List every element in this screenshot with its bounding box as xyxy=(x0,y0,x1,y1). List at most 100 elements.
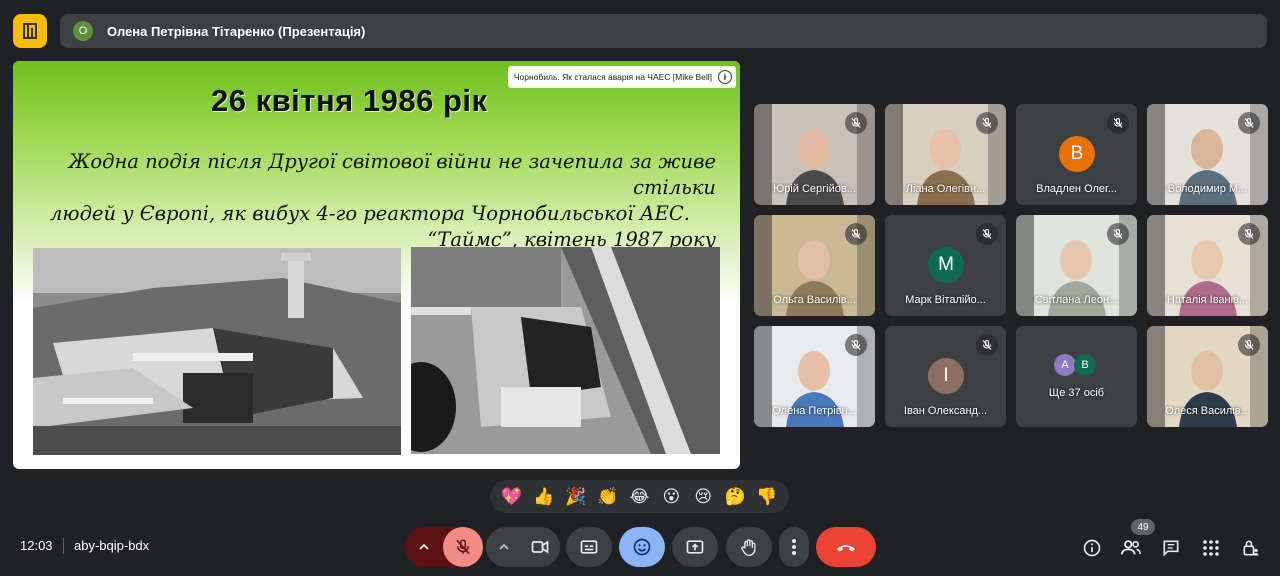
meeting-code: aby-bqip-bdx xyxy=(74,538,150,553)
presentation-icon-button[interactable] xyxy=(13,14,47,48)
footer-divider xyxy=(63,538,64,554)
muted-indicator xyxy=(1107,223,1129,245)
mic-off-icon xyxy=(1113,228,1123,239)
more-vert-icon xyxy=(792,539,796,555)
host-controls-button[interactable] xyxy=(1239,536,1263,560)
meeting-details-button[interactable] xyxy=(1080,536,1104,560)
mic-control-group xyxy=(405,527,483,567)
present-screen-button[interactable] xyxy=(672,527,718,567)
muted-indicator xyxy=(976,334,998,356)
avatar-stack: АВ xyxy=(1054,354,1100,378)
smile-icon xyxy=(633,538,651,556)
participant-name: Марк Віталійо... xyxy=(905,294,986,306)
participant-tile[interactable]: М Марк Віталійо... xyxy=(885,215,1006,316)
muted-indicator xyxy=(1238,112,1260,134)
participant-name: Володимир М... xyxy=(1167,183,1248,195)
call-end-icon xyxy=(837,545,855,552)
participant-tile[interactable]: Олеся Василів... xyxy=(1147,326,1268,427)
participant-avatar: В xyxy=(1074,354,1096,376)
participant-tile[interactable]: Наталія Іванів... xyxy=(1147,215,1268,316)
participant-tile[interactable]: Юрій Сергійов... xyxy=(754,104,875,205)
participant-tile[interactable]: Олена Петрівн... xyxy=(754,326,875,427)
present-to-all-icon xyxy=(686,540,704,554)
reaction-surprised[interactable]: 😮 xyxy=(657,483,685,511)
participant-name: Олеся Василів... xyxy=(1165,405,1250,417)
participant-tile[interactable]: І Іван Олександ... xyxy=(885,326,1006,427)
people-count-badge: 49 xyxy=(1131,519,1155,535)
participant-tile[interactable]: А В Ще 37 осіб xyxy=(1016,326,1137,427)
muted-indicator xyxy=(1238,223,1260,245)
mic-off-icon xyxy=(851,228,861,239)
reaction-laugh[interactable]: 😂 xyxy=(625,483,653,511)
mic-off-icon xyxy=(851,117,861,128)
muted-indicator xyxy=(1238,334,1260,356)
participant-tile[interactable]: В Владлен Олег... xyxy=(1016,104,1137,205)
mic-off-icon xyxy=(1244,117,1254,128)
participant-tile[interactable]: Ольга Василів... xyxy=(754,215,875,316)
more-options-button[interactable] xyxy=(779,527,809,567)
hand-icon xyxy=(741,539,756,557)
reaction-clap[interactable]: 👏 xyxy=(594,483,622,511)
muted-indicator xyxy=(976,223,998,245)
captions-button[interactable] xyxy=(566,527,612,567)
reaction-thinking[interactable]: 🤔 xyxy=(721,483,749,511)
participant-tile[interactable]: Володимир М... xyxy=(1147,104,1268,205)
mic-off-icon xyxy=(1244,339,1254,350)
muted-indicator xyxy=(1107,112,1129,134)
raise-hand-button[interactable] xyxy=(726,527,772,567)
participant-name: Олена Петрівн... xyxy=(772,405,857,417)
people-button[interactable] xyxy=(1119,536,1143,560)
participant-tile[interactable]: Ліана Олегівн... xyxy=(885,104,1006,205)
reactions-bar: 💖 👍 🎉 👏 😂 😮 😢 🤔 👎 xyxy=(490,480,789,513)
participant-avatar: В xyxy=(1059,136,1095,172)
quote-line-1: Жодна подія після Другої світової війни … xyxy=(68,150,716,199)
quote-line-2: людей у Європі, як вибух 4-го реактора Ч… xyxy=(50,202,690,225)
presenter-avatar: О xyxy=(73,21,93,41)
clock-time: 12:03 xyxy=(20,538,53,553)
reaction-thumbs-up[interactable]: 👍 xyxy=(530,483,558,511)
reaction-heart[interactable]: 💖 xyxy=(498,483,526,511)
participant-avatar: М xyxy=(928,247,964,283)
participant-name: Ліана Олегівн... xyxy=(905,183,986,195)
reactor-photo-right xyxy=(411,247,720,454)
video-title: Чорнобиль. Як сталася аварія на ЧАЕС [Mi… xyxy=(513,72,712,82)
participant-name: Світлана Леон... xyxy=(1034,294,1119,306)
mic-toggle-button[interactable] xyxy=(443,527,483,567)
emoji-reactions-button[interactable] xyxy=(619,527,665,567)
reaction-sad[interactable]: 😢 xyxy=(689,483,717,511)
reaction-thumbs-down[interactable]: 👎 xyxy=(753,483,781,511)
video-title-chip[interactable]: Чорнобиль. Як сталася аварія на ЧАЕС [Mi… xyxy=(507,66,736,88)
mic-off-icon xyxy=(1113,117,1123,128)
mic-off-icon xyxy=(851,339,861,350)
camera-toggle-button[interactable] xyxy=(520,527,560,567)
lock-person-icon xyxy=(1243,540,1259,556)
participant-name: Наталія Іванів... xyxy=(1166,294,1249,306)
closed-captions-icon xyxy=(580,540,598,554)
slide-quote: Жодна подія після Другої світової війни … xyxy=(16,149,716,253)
chat-icon xyxy=(1163,540,1179,557)
reactor-photo-left xyxy=(33,248,401,455)
videocam-icon xyxy=(531,540,549,554)
reaction-party[interactable]: 🎉 xyxy=(562,483,590,511)
mic-off-icon xyxy=(982,117,992,128)
chat-button[interactable] xyxy=(1159,536,1183,560)
muted-indicator xyxy=(845,334,867,356)
mic-off-icon xyxy=(456,539,470,555)
participant-avatar: А xyxy=(1054,354,1076,376)
presenter-bar[interactable]: О Олена Петрівна Тітаренко (Презентація) xyxy=(60,14,1267,48)
presenter-title: Олена Петрівна Тітаренко (Презентація) xyxy=(107,23,366,39)
chevron-up-icon xyxy=(499,543,509,550)
camera-options-button[interactable] xyxy=(486,527,522,567)
participant-avatar: І xyxy=(928,358,964,394)
mic-off-icon xyxy=(1244,228,1254,239)
muted-indicator xyxy=(845,223,867,245)
leave-call-button[interactable] xyxy=(816,527,876,567)
mic-options-button[interactable] xyxy=(405,527,443,567)
people-icon xyxy=(1120,540,1141,555)
info-icon[interactable]: i xyxy=(718,70,732,84)
activities-button[interactable] xyxy=(1199,536,1223,560)
participant-tile[interactable]: Світлана Леон... xyxy=(1016,215,1137,316)
participant-name: Ольга Василів... xyxy=(773,294,856,306)
muted-indicator xyxy=(976,112,998,134)
info-outline-icon xyxy=(1083,539,1101,557)
